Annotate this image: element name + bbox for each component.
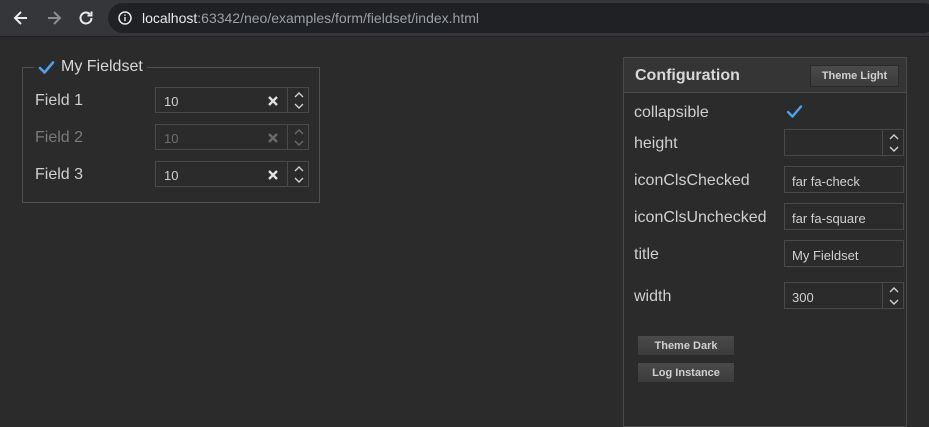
clear-icon (264, 129, 282, 147)
field-1-label: Field 1 (35, 92, 84, 109)
theme-light-button[interactable]: Theme Light (810, 65, 899, 87)
iconclschecked-value: far fa-check (792, 174, 860, 189)
spin-down-icon[interactable] (883, 296, 904, 308)
field-1-value: 10 (164, 94, 179, 109)
clear-icon[interactable] (264, 92, 282, 110)
spin-buttons (882, 283, 904, 308)
field-2-label: Field 2 (35, 129, 84, 146)
arrow-right-icon (48, 11, 62, 25)
spin-buttons (287, 162, 310, 186)
spin-up-icon[interactable] (288, 88, 310, 100)
collapsible-label: collapsible (634, 104, 709, 121)
fieldset-legend[interactable]: My Fieldset (34, 57, 147, 77)
theme-dark-button[interactable]: Theme Dark (637, 335, 735, 356)
reload-icon (79, 11, 93, 25)
spin-buttons (287, 88, 310, 112)
iconclsunchecked-input[interactable]: far fa-square (784, 203, 904, 230)
spin-down-icon (288, 137, 310, 149)
title-input[interactable]: My Fieldset (784, 240, 904, 267)
field-3-label: Field 3 (35, 166, 84, 183)
panel-title: Configuration (635, 67, 740, 84)
url-text: localhost:63342/neo/examples/form/fields… (142, 10, 479, 26)
fieldset-title: My Fieldset (61, 58, 143, 75)
forward-button[interactable] (42, 6, 66, 30)
spin-buttons (882, 130, 904, 155)
spin-up-icon[interactable] (883, 283, 904, 295)
width-input[interactable]: 300 (784, 282, 904, 309)
collapsible-checkbox[interactable] (786, 104, 803, 124)
spin-up-icon (288, 125, 310, 137)
spin-up-icon[interactable] (883, 130, 904, 142)
clear-icon[interactable] (264, 166, 282, 184)
field-2-input: 10 (155, 124, 309, 150)
height-input[interactable] (784, 129, 904, 156)
check-icon (786, 105, 803, 118)
spin-down-icon[interactable] (288, 174, 310, 186)
width-label: width (634, 288, 672, 305)
iconclsunchecked-label: iconClsUnchecked (634, 209, 767, 226)
reload-button[interactable] (74, 6, 98, 30)
field-2-value: 10 (164, 131, 179, 146)
browser-toolbar: localhost:63342/neo/examples/form/fields… (0, 0, 929, 37)
address-bar[interactable]: localhost:63342/neo/examples/form/fields… (108, 3, 929, 33)
spin-buttons (287, 125, 310, 149)
title-value: My Fieldset (792, 248, 859, 263)
spin-down-icon[interactable] (288, 100, 310, 112)
field-3-value: 10 (164, 168, 179, 183)
field-3-input[interactable]: 10 (155, 161, 309, 187)
field-1-input[interactable]: 10 (155, 87, 309, 113)
height-label: height (634, 135, 678, 152)
info-icon (118, 11, 132, 25)
check-icon[interactable] (38, 60, 55, 75)
title-label: title (634, 246, 659, 263)
iconclschecked-input[interactable]: far fa-check (784, 166, 904, 193)
width-value: 300 (792, 290, 814, 305)
arrow-left-icon (13, 11, 27, 25)
back-button[interactable] (9, 6, 33, 30)
log-instance-button[interactable]: Log Instance (637, 362, 735, 383)
iconclschecked-label: iconClsChecked (634, 172, 750, 189)
spin-down-icon[interactable] (883, 143, 904, 155)
spin-up-icon[interactable] (288, 162, 310, 174)
iconclsunchecked-value: far fa-square (792, 211, 866, 226)
